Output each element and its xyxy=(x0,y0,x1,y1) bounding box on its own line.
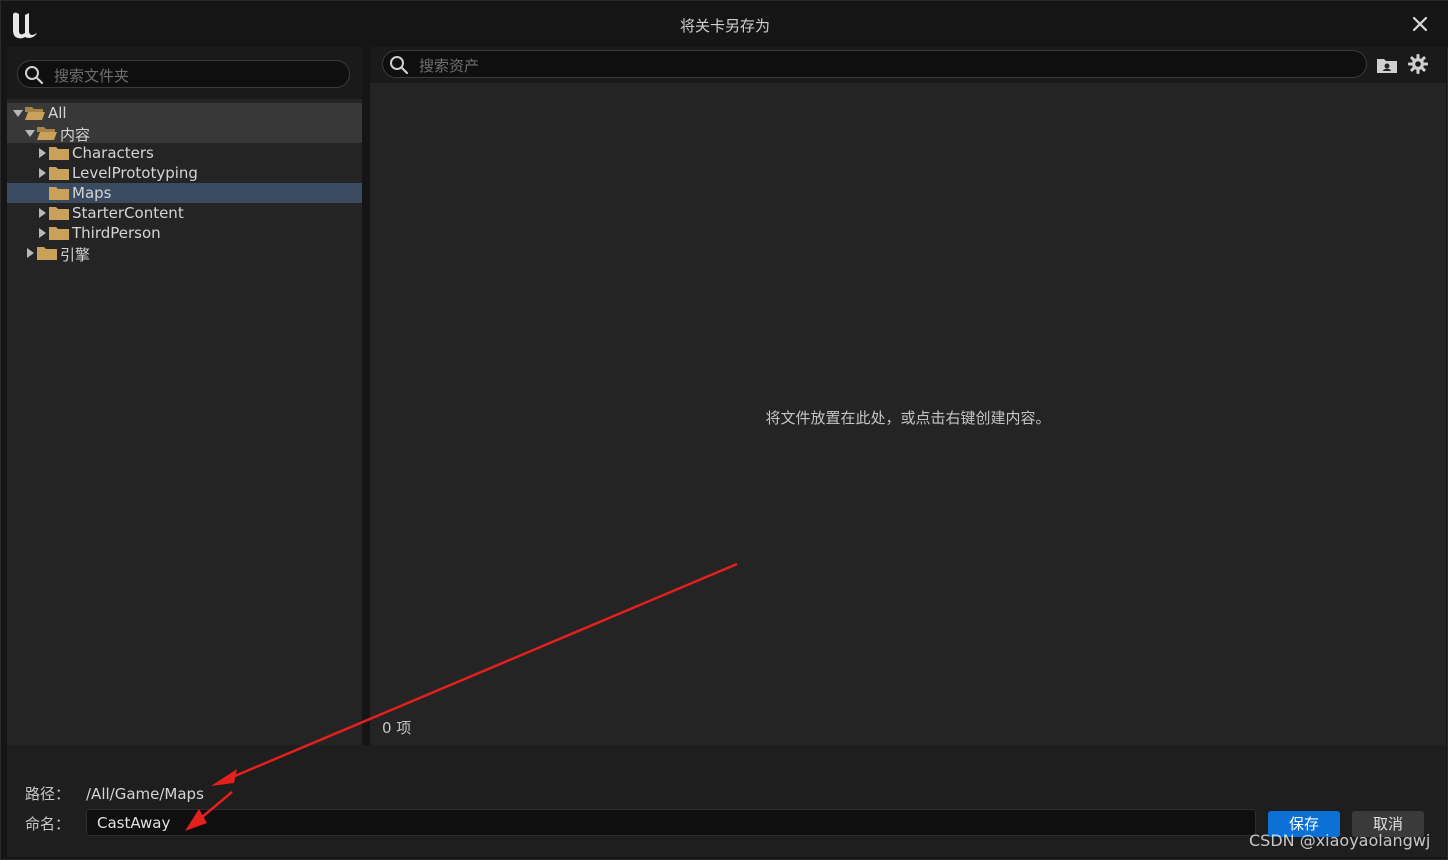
level-name-input[interactable]: CastAway xyxy=(86,809,1256,836)
tree-item-label: ThirdPerson xyxy=(72,224,161,242)
tree-item-label: Maps xyxy=(72,184,112,202)
folder-icon xyxy=(37,247,57,260)
save-form: 路径： /All/Game/Maps 命名： CastAway 保存 取消 CS… xyxy=(7,745,1446,857)
folder-icon xyxy=(49,147,69,160)
folder-search-placeholder: 搜索文件夹 xyxy=(54,67,130,85)
tree-item[interactable]: LevelPrototyping xyxy=(7,163,362,183)
tree-item-label: 内容 xyxy=(60,126,91,144)
tree-item-label: LevelPrototyping xyxy=(72,164,198,182)
folder-search-bar: 搜索文件夹 xyxy=(7,47,362,99)
name-label: 命名： xyxy=(25,815,71,833)
expand-arrow-right-icon[interactable] xyxy=(37,228,47,238)
expand-arrow-right-icon[interactable] xyxy=(37,168,47,178)
path-label: 路径： xyxy=(25,785,71,803)
search-icon xyxy=(25,66,44,85)
expand-arrow-right-icon[interactable] xyxy=(37,148,47,158)
tree-item[interactable]: Maps xyxy=(7,183,362,203)
folder-open-icon xyxy=(25,107,45,120)
asset-search-input[interactable]: 搜索资产 xyxy=(382,50,1367,78)
folder-filter-icon[interactable] xyxy=(1376,55,1398,75)
item-count: 0 项 xyxy=(382,719,412,737)
gear-icon[interactable] xyxy=(1407,53,1429,75)
folder-icon xyxy=(49,227,69,240)
tree-item-label: StarterContent xyxy=(72,204,184,222)
tree-item[interactable]: StarterContent xyxy=(7,203,362,223)
folder-icon xyxy=(49,187,69,200)
tree-item[interactable]: 引擎 xyxy=(7,243,362,264)
expand-arrow-down-icon[interactable] xyxy=(13,108,23,118)
asset-search-bar: 搜索资产 xyxy=(370,47,1446,83)
close-icon[interactable] xyxy=(1409,13,1431,35)
folder-tree: All 内容 Characters LevelPrototyping Maps Start… xyxy=(7,103,362,264)
expand-arrow-right-icon[interactable] xyxy=(37,208,47,218)
tree-item[interactable]: All xyxy=(7,103,362,123)
expand-arrow-down-icon[interactable] xyxy=(25,128,35,138)
folder-icon xyxy=(49,207,69,220)
panel-splitter[interactable] xyxy=(362,47,370,745)
tree-item-label: All xyxy=(48,104,67,122)
dialog-title: 将关卡另存为 xyxy=(679,17,770,35)
expand-arrow-right-icon[interactable] xyxy=(25,248,35,258)
tree-item[interactable]: ThirdPerson xyxy=(7,223,362,243)
path-value: /All/Game/Maps xyxy=(86,785,204,803)
folder-search-input[interactable]: 搜索文件夹 xyxy=(17,60,350,88)
empty-drop-message: 将文件放置在此处，或点击右键创建内容。 xyxy=(765,409,1051,427)
asset-panel: 搜索资产 将文件放置在此处，或点击右键创建内容。 0 项 xyxy=(370,47,1446,745)
folder-panel: 搜索文件夹 All 内容 Characters LevelPrototyping Map… xyxy=(7,47,362,745)
title-bar: 将关卡另存为 xyxy=(1,1,1448,47)
tree-item-label: Characters xyxy=(72,144,154,162)
asset-search-placeholder: 搜索资产 xyxy=(419,57,480,75)
search-icon xyxy=(390,56,409,75)
folder-icon xyxy=(49,167,69,180)
tree-item-label: 引擎 xyxy=(60,246,91,264)
watermark: CSDN @xiaoyaolangwj xyxy=(1249,831,1431,850)
save-level-dialog: 将关卡另存为 搜索文件夹 All 内容 Characters LevelPrototy… xyxy=(0,0,1448,860)
folder-open-icon xyxy=(37,127,57,140)
tree-item[interactable]: Characters xyxy=(7,143,362,163)
tree-item[interactable]: 内容 xyxy=(7,123,362,144)
